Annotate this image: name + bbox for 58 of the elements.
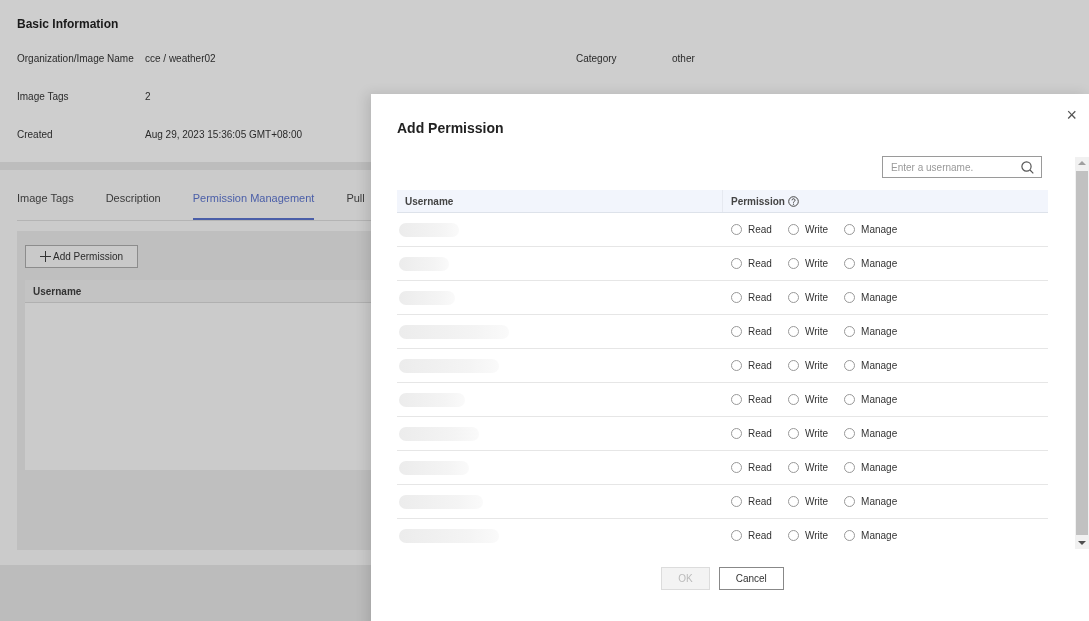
option-label: Write: [804, 530, 829, 541]
option-label: Write: [804, 292, 829, 303]
scrollbar[interactable]: [1075, 157, 1089, 549]
close-button[interactable]: ×: [1066, 106, 1077, 124]
column-header: Permission: [731, 195, 785, 207]
search-field[interactable]: Enter a username.: [882, 156, 1042, 178]
option-label: Manage: [861, 360, 898, 371]
option-label: Read: [748, 326, 772, 337]
option-label: Write: [804, 326, 829, 337]
option-label: Manage: [861, 326, 898, 337]
column-header: Username: [397, 190, 723, 212]
tab[interactable]: Pull: [346, 192, 365, 219]
column-header: Username: [33, 285, 82, 297]
field-value: 2: [145, 91, 151, 104]
field-label: Organization/Image Name: [17, 53, 135, 66]
option-label: Write: [804, 496, 829, 507]
option-label: Read: [748, 394, 772, 405]
option-label: Manage: [861, 428, 898, 439]
option-label: Manage: [861, 258, 898, 269]
scroll-thumb[interactable]: [1076, 171, 1088, 535]
option-label: Read: [748, 360, 772, 371]
option-label: Write: [804, 428, 829, 439]
field-label: Created: [17, 129, 54, 142]
option-label: Read: [748, 496, 772, 507]
section-title: Basic Information: [17, 17, 120, 31]
add-permission-button[interactable]: Add Permission: [25, 245, 138, 268]
field-label: Image Tags: [17, 91, 70, 104]
help-icon[interactable]: [787, 195, 799, 207]
option-label: Write: [804, 462, 829, 473]
option-label: Read: [748, 428, 772, 439]
option-label: Manage: [861, 530, 898, 541]
option-label: Manage: [861, 292, 898, 303]
option-label: Read: [748, 292, 772, 303]
option-label: Manage: [861, 394, 898, 405]
option-label: Read: [748, 258, 772, 269]
search-icon: [1021, 161, 1034, 174]
scroll-down-icon[interactable]: [1078, 541, 1086, 545]
option-label: Write: [804, 360, 829, 371]
option-label: Write: [804, 394, 829, 405]
option-label: Manage: [861, 462, 898, 473]
plus-icon: [40, 251, 51, 262]
option-label: Read: [748, 224, 772, 235]
scroll-up-icon[interactable]: [1078, 161, 1086, 165]
option-label: Manage: [861, 496, 898, 507]
field-value: cce / weather02: [145, 53, 216, 66]
field-value: other: [672, 53, 695, 66]
option-label: Write: [804, 258, 829, 269]
tab[interactable]: Image Tags: [17, 192, 74, 219]
field-value: Aug 29, 2023 15:36:05 GMT+08:00: [145, 129, 303, 142]
dialog-title: Add Permission: [397, 120, 505, 138]
field-label: Category: [576, 53, 618, 66]
option-label: Manage: [861, 224, 898, 235]
dialog-button[interactable]: Cancel: [718, 567, 784, 590]
tab[interactable]: Permission Management: [192, 192, 315, 220]
option-label: Write: [804, 224, 829, 235]
option-label: Read: [748, 462, 772, 473]
tab[interactable]: Description: [105, 192, 161, 219]
option-label: Read: [748, 530, 772, 541]
